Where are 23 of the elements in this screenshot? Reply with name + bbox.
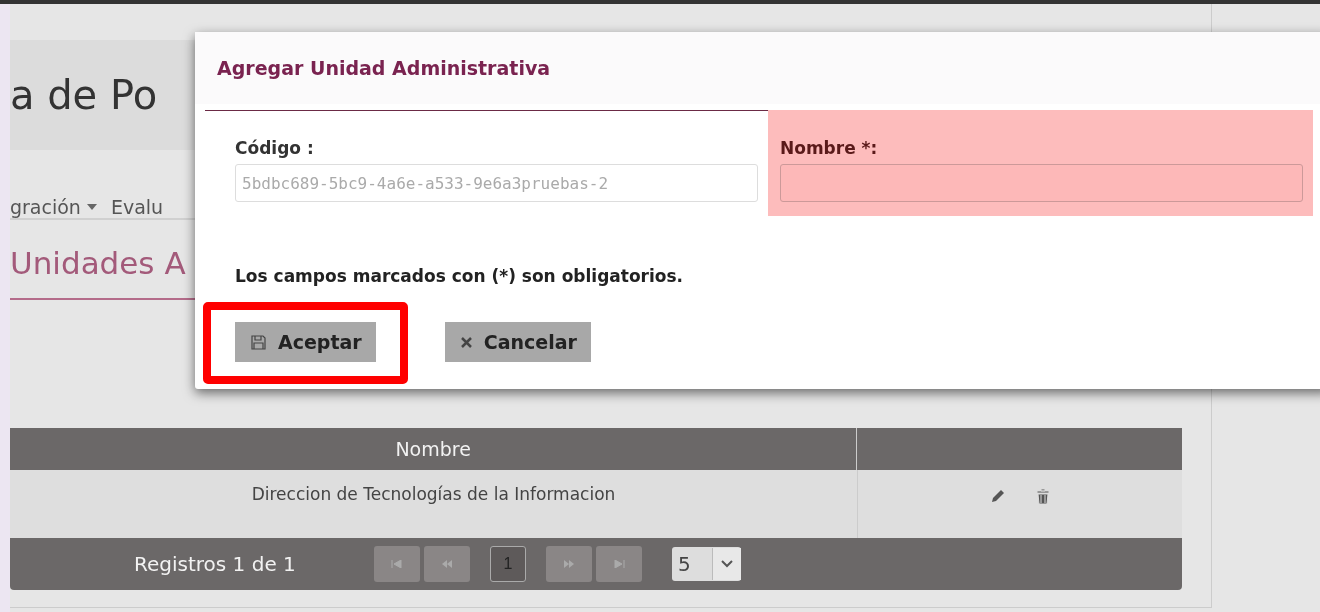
next-page-icon [563, 560, 575, 568]
save-button[interactable]: Aceptar [235, 322, 376, 362]
input-field[interactable] [780, 164, 1303, 202]
nav-menu-item[interactable]: gración [10, 196, 97, 218]
close-icon [460, 336, 472, 348]
required-note: Los campos marcados con (*) son obligatorios. [235, 266, 685, 286]
last-page-icon [613, 560, 625, 568]
first-page-icon [391, 560, 403, 568]
pencil-icon[interactable] [990, 488, 1006, 504]
section-title: Unidades A [10, 245, 186, 281]
cancel-button[interactable]: Cancelar [444, 322, 591, 362]
dialog-title: Agregar Unidad Administrativa [217, 57, 551, 79]
trash-icon[interactable] [1036, 488, 1050, 504]
nav-menu-item[interactable]: Evalu [110, 196, 164, 218]
page-title: a de Po [10, 72, 158, 118]
chevron-down-icon [712, 548, 741, 580]
column-header: Nombre [394, 437, 472, 462]
prev-page-icon [441, 560, 453, 568]
records-count: Registros 1 de 1 [134, 552, 297, 576]
field-label: Nombre *: [780, 138, 879, 158]
table-cell-text: Direccion de Tecnologías de la Informacion [250, 483, 617, 506]
page-size-select[interactable]: 5 [672, 547, 741, 581]
field-label: Código : [235, 138, 315, 158]
